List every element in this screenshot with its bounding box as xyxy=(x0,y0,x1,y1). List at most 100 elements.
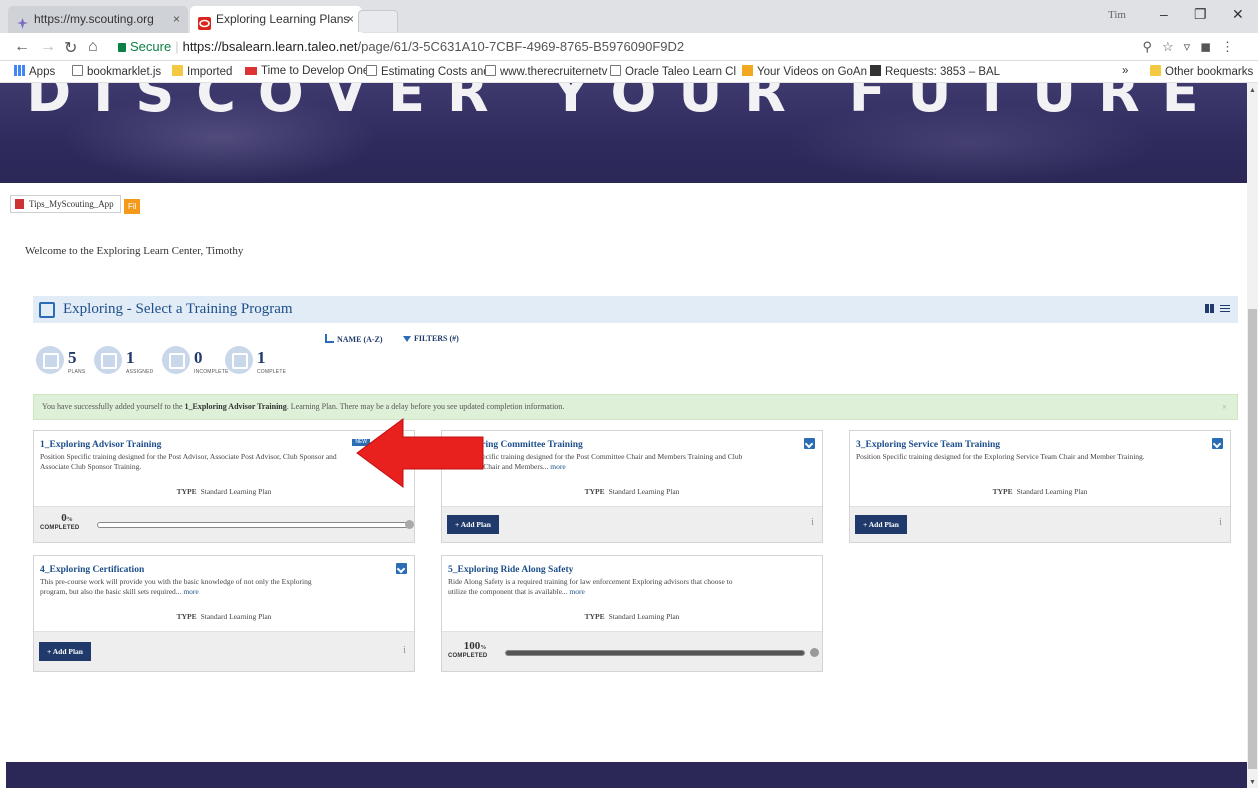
info-icon[interactable]: i xyxy=(403,644,406,656)
new-tab-button[interactable] xyxy=(358,10,398,32)
bookmark-apps[interactable]: Apps xyxy=(14,65,55,78)
apps-icon xyxy=(14,65,25,76)
plan-card-committee-training[interactable]: 2_Exploring Committee Training Position … xyxy=(441,430,823,543)
forward-icon[interactable]: → xyxy=(40,38,56,56)
scroll-down-icon[interactable]: ▼ xyxy=(1249,779,1256,786)
page-icon xyxy=(610,65,621,76)
bookmark-imported[interactable]: Imported xyxy=(172,65,232,78)
list-view-icon[interactable] xyxy=(1220,305,1230,312)
tab-title: https://my.scouting.org xyxy=(34,12,154,26)
plan-description: Position Specific training designed for … xyxy=(448,452,743,471)
more-link[interactable]: more xyxy=(550,462,565,471)
dropdown-toggle-icon[interactable] xyxy=(396,563,407,574)
info-circle-icon xyxy=(94,346,122,374)
bookmarks-overflow[interactable]: » xyxy=(1122,65,1128,77)
oracle-icon xyxy=(198,13,211,30)
hero-banner: DISCOVER YOUR FUTURE xyxy=(0,83,1247,183)
plan-type: TYPE Standard Learning Plan xyxy=(584,612,680,621)
plan-card-ride-along-safety[interactable]: 5_Exploring Ride Along Safety Ride Along… xyxy=(441,555,823,672)
bookmark-requests[interactable]: Requests: 3853 – BAL xyxy=(870,65,1000,78)
folder-icon xyxy=(1150,65,1161,76)
alert-close-icon[interactable]: × xyxy=(1222,395,1227,419)
browser-tab-learning-plans[interactable]: Exploring Learning Plans × xyxy=(190,6,362,33)
extension-box-icon[interactable]: ◼ xyxy=(1200,39,1221,54)
bookmark-estimating-costs[interactable]: Estimating Costs and xyxy=(366,65,490,78)
extension-icon[interactable]: ▿ xyxy=(1184,39,1201,54)
info-icon[interactable]: i xyxy=(1219,516,1222,528)
scroll-up-icon[interactable]: ▲ xyxy=(1249,87,1256,94)
pdf-icon xyxy=(15,199,24,209)
bookmark-time-to-develop[interactable]: Time to Develop One xyxy=(245,65,369,77)
checkbox-icon xyxy=(225,346,253,374)
sort-button[interactable]: NAME (A-Z) xyxy=(325,334,383,344)
plan-card-certification[interactable]: 4_Exploring Certification This pre-cours… xyxy=(33,555,415,672)
page-scrollbar[interactable]: ▲ ▼ xyxy=(1247,83,1258,788)
page-icon xyxy=(72,65,83,76)
filters-button[interactable]: FILTERS (#) xyxy=(403,334,459,343)
bookmark-goanimate[interactable]: Your Videos on GoAn xyxy=(742,65,867,78)
dropdown-toggle-icon[interactable] xyxy=(804,438,815,449)
url-path: /page/61/3-5C631A10-7CBF-4969-8765-B5976… xyxy=(357,39,685,54)
add-plan-button[interactable]: + Add Plan xyxy=(855,515,907,534)
folder-icon xyxy=(172,65,183,76)
page-icon xyxy=(485,65,496,76)
bookmark-oracle-taleo[interactable]: Oracle Taleo Learn Cl xyxy=(610,65,736,78)
dropdown-toggle-icon[interactable] xyxy=(1212,438,1223,449)
card-footer: + Add Plan i xyxy=(34,631,414,671)
sort-icon xyxy=(325,334,334,343)
plan-title[interactable]: 4_Exploring Certification xyxy=(40,565,144,575)
page-icon xyxy=(366,65,377,76)
add-plan-button[interactable]: + Add Plan xyxy=(39,642,91,661)
star-icon[interactable]: ☆ xyxy=(1162,39,1184,54)
browser-tab-strip: https://my.scouting.org × Exploring Lear… xyxy=(0,0,1258,33)
bookmarks-bar: Apps bookmarklet.js Imported Time to Dev… xyxy=(0,61,1258,83)
back-icon[interactable]: ← xyxy=(14,38,30,56)
p-icon xyxy=(870,65,881,76)
bookmark-recruiternet[interactable]: www.therecruiternetv xyxy=(485,65,607,78)
panel-title: Exploring - Select a Training Program xyxy=(63,301,293,317)
annotation-arrow-icon xyxy=(356,418,484,488)
tab-close-icon[interactable]: × xyxy=(347,6,354,33)
rss-feed-button[interactable]: Fil xyxy=(124,199,141,214)
scroll-thumb[interactable] xyxy=(1248,309,1257,769)
progress-track xyxy=(505,650,805,656)
more-link[interactable]: more xyxy=(569,587,584,596)
tab-close-icon[interactable]: × xyxy=(173,6,180,33)
plan-description: Position Specific training designed for … xyxy=(856,452,1145,461)
close-window-icon[interactable]: ✕ xyxy=(1232,6,1244,23)
grid-view-icon[interactable] xyxy=(1205,304,1214,313)
minimize-icon[interactable]: – xyxy=(1160,6,1168,22)
plan-type: TYPE Standard Learning Plan xyxy=(992,487,1088,496)
browser-tab-scouting[interactable]: https://my.scouting.org × xyxy=(8,6,188,33)
home-icon[interactable]: ⌂ xyxy=(88,38,98,56)
globe-icon xyxy=(405,520,414,529)
menu-icon[interactable]: ⋮ xyxy=(1221,39,1244,54)
welcome-text: Welcome to the Exploring Learn Center, T… xyxy=(25,245,244,257)
progress-label: COMPLETED xyxy=(448,653,488,659)
lock-icon xyxy=(118,43,126,52)
progress-percent: 0% xyxy=(61,512,73,524)
reload-icon[interactable]: ↻ xyxy=(64,38,77,58)
plan-title[interactable]: 1_Exploring Advisor Training xyxy=(40,440,161,450)
tab-title: Exploring Learning Plans xyxy=(216,12,350,26)
secure-label: Secure xyxy=(130,39,172,54)
add-plan-button[interactable]: + Add Plan xyxy=(447,515,499,534)
tips-attachment-link[interactable]: Tips_MyScouting_App xyxy=(10,195,121,213)
progress-track xyxy=(97,522,409,528)
training-panel-header: Exploring - Select a Training Program xyxy=(33,296,1238,323)
url-field[interactable]: Secure | https://bsalearn.learn.taleo.net/… xyxy=(118,37,684,57)
plan-title[interactable]: 5_Exploring Ride Along Safety xyxy=(448,565,573,575)
url-base: https://bsalearn.learn.taleo.net xyxy=(182,39,358,54)
zoom-icon[interactable]: ⚲ xyxy=(1142,39,1162,54)
progress-fill xyxy=(506,651,804,655)
plan-type: TYPE Standard Learning Plan xyxy=(176,612,272,621)
info-icon[interactable]: i xyxy=(811,516,814,528)
page-footer xyxy=(6,762,1247,788)
more-link[interactable]: more xyxy=(183,587,198,596)
bookmark-bookmarklet[interactable]: bookmarklet.js xyxy=(72,65,161,78)
bookmark-other[interactable]: Other bookmarks xyxy=(1150,65,1253,78)
plan-card-service-team-training[interactable]: 3_Exploring Service Team Training Positi… xyxy=(849,430,1231,543)
plan-title[interactable]: 3_Exploring Service Team Training xyxy=(856,440,1000,450)
restore-icon[interactable]: ❐ xyxy=(1194,6,1207,23)
profile-button[interactable]: Tim xyxy=(1108,9,1126,21)
